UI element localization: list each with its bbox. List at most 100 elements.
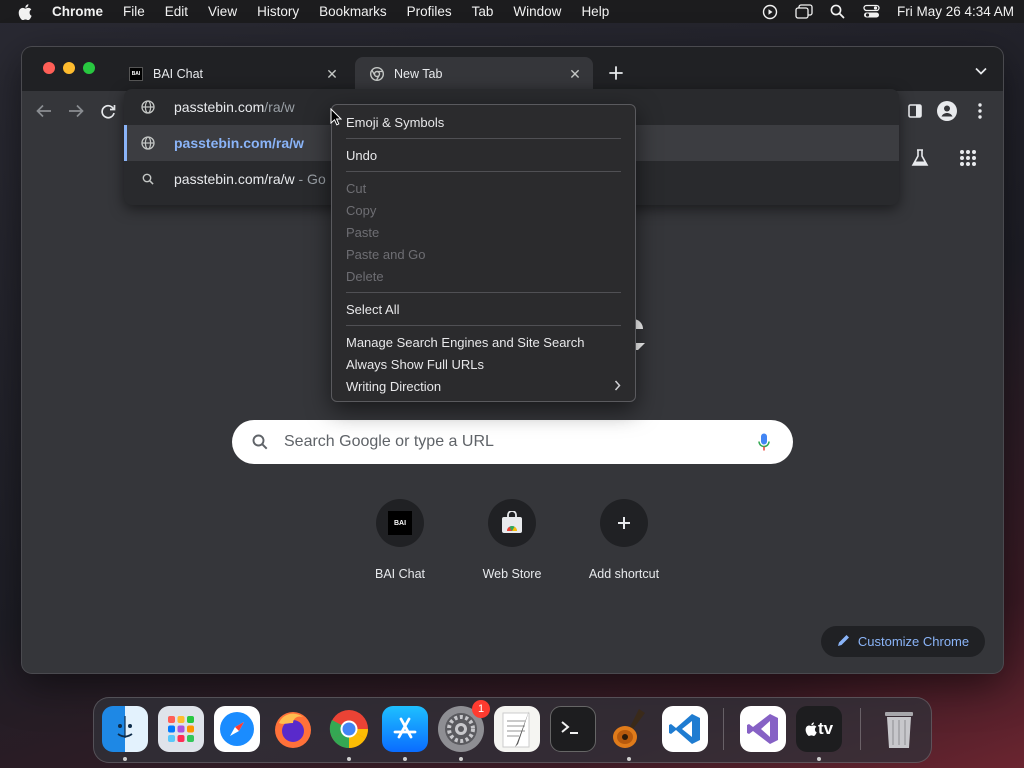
- app-store-icon[interactable]: [382, 706, 428, 752]
- chrome-icon[interactable]: [326, 706, 372, 752]
- screen-record-icon[interactable]: [761, 4, 779, 20]
- shortcut-icon: [600, 499, 648, 547]
- apple-logo-icon[interactable]: [18, 3, 34, 20]
- menu-item-paste[interactable]: Paste: [332, 221, 635, 243]
- menu-separator: [346, 325, 621, 326]
- menu-item-paste-and-go[interactable]: Paste and Go: [332, 243, 635, 265]
- close-tab-icon[interactable]: ✕: [567, 66, 583, 82]
- more-menu-icon[interactable]: [970, 101, 990, 121]
- menu-separator: [346, 138, 621, 139]
- search-icon: [140, 171, 156, 187]
- mouse-cursor-icon: [330, 107, 343, 126]
- menu-separator: [346, 292, 621, 293]
- menu-item-emoji[interactable]: Emoji & Symbols: [332, 111, 635, 133]
- system-settings-icon[interactable]: 1: [438, 700, 490, 752]
- window-stack-icon[interactable]: [795, 4, 813, 20]
- menu-history[interactable]: History: [257, 4, 299, 19]
- globe-icon: [140, 135, 156, 151]
- side-panel-icon[interactable]: [905, 101, 925, 121]
- dock-separator: [860, 708, 861, 750]
- pencil-icon: [837, 634, 850, 650]
- shortcut-label: BAI Chat: [374, 567, 426, 581]
- running-indicator: [403, 757, 407, 761]
- menu-edit[interactable]: Edit: [165, 4, 188, 19]
- launchpad-icon[interactable]: [158, 706, 204, 752]
- close-tab-icon[interactable]: ✕: [324, 66, 340, 82]
- menu-help[interactable]: Help: [581, 4, 609, 19]
- labs-flask-icon[interactable]: [909, 147, 931, 169]
- menu-item-cut[interactable]: Cut: [332, 177, 635, 199]
- window-controls: [43, 62, 95, 74]
- menu-item-show-full-urls[interactable]: Always Show Full URLs: [332, 353, 635, 375]
- menu-bookmarks[interactable]: Bookmarks: [319, 4, 387, 19]
- visual-studio-icon[interactable]: [740, 706, 786, 752]
- shortcut-add[interactable]: Add shortcut: [568, 499, 680, 581]
- suggestion-text: passtebin.com/ra/w - Go: [174, 171, 326, 187]
- customize-chrome-button[interactable]: Customize Chrome: [821, 626, 985, 657]
- menu-item-manage-search[interactable]: Manage Search Engines and Site Search: [332, 331, 635, 353]
- spotlight-search-icon[interactable]: [829, 4, 847, 20]
- menu-item-undo[interactable]: Undo: [332, 144, 635, 166]
- safari-icon[interactable]: [214, 706, 260, 752]
- terminal-icon[interactable]: [550, 706, 596, 752]
- vscode-icon[interactable]: [662, 706, 708, 752]
- textedit-icon[interactable]: [494, 706, 540, 752]
- forward-arrow-icon[interactable]: [66, 101, 86, 121]
- tab-bai-chat[interactable]: BAI BAI Chat ✕: [114, 57, 350, 91]
- menu-item-select-all[interactable]: Select All: [332, 298, 635, 320]
- chevron-down-icon[interactable]: [973, 63, 989, 79]
- close-window-button[interactable]: [43, 62, 55, 74]
- shortcut-bai-chat[interactable]: BAI BAI Chat: [344, 499, 456, 581]
- minimize-window-button[interactable]: [63, 62, 75, 74]
- menu-bar-status-area: Fri May 26 4:34 AM: [761, 4, 1014, 20]
- running-indicator: [123, 757, 127, 761]
- running-indicator: [347, 757, 351, 761]
- running-indicator: [817, 757, 821, 761]
- menu-tab[interactable]: Tab: [472, 4, 494, 19]
- menu-profiles[interactable]: Profiles: [407, 4, 452, 19]
- context-menu: Emoji & Symbols Undo Cut Copy Paste Past…: [331, 104, 636, 402]
- plus-icon: [618, 517, 630, 529]
- chrome-favicon-icon: [369, 66, 385, 82]
- suggestion-text: passtebin.com/ra/w: [174, 135, 304, 151]
- menu-item-delete[interactable]: Delete: [332, 265, 635, 287]
- microphone-icon[interactable]: [755, 432, 773, 452]
- menu-item-writing-direction[interactable]: Writing Direction: [332, 375, 635, 397]
- firefox-icon[interactable]: [270, 706, 316, 752]
- customize-label: Customize Chrome: [857, 634, 970, 649]
- menu-item-copy[interactable]: Copy: [332, 199, 635, 221]
- macos-menu-bar: Chrome File Edit View History Bookmarks …: [0, 0, 1024, 23]
- search-icon: [252, 433, 270, 451]
- back-arrow-icon[interactable]: [34, 101, 54, 121]
- tab-new-tab[interactable]: New Tab ✕: [355, 57, 593, 91]
- menu-app-name[interactable]: Chrome: [52, 4, 103, 19]
- shortcut-icon: BAI: [376, 499, 424, 547]
- shortcut-label: Web Store: [482, 567, 542, 581]
- tab-title: BAI Chat: [153, 67, 204, 81]
- trash-icon[interactable]: [876, 706, 922, 752]
- menu-window[interactable]: Window: [513, 4, 561, 19]
- new-tab-plus-icon[interactable]: [606, 63, 626, 83]
- menu-file[interactable]: File: [123, 4, 145, 19]
- control-center-icon[interactable]: [863, 4, 881, 20]
- shortcut-icon: [488, 499, 536, 547]
- menu-item-label: Writing Direction: [346, 378, 442, 394]
- finder-icon[interactable]: [102, 706, 148, 752]
- notification-badge: 1: [472, 700, 490, 718]
- apple-tv-icon[interactable]: tv: [796, 706, 842, 752]
- chevron-right-icon: [614, 379, 621, 394]
- google-apps-icon[interactable]: [957, 147, 979, 169]
- search-placeholder: Search Google or type a URL: [284, 433, 494, 450]
- reload-icon[interactable]: [98, 101, 118, 121]
- menu-view[interactable]: View: [208, 4, 237, 19]
- garageband-icon[interactable]: [606, 706, 652, 752]
- omnibox-text: passtebin.com/ra/w: [174, 99, 295, 115]
- menu-bar-clock[interactable]: Fri May 26 4:34 AM: [897, 4, 1014, 19]
- web-store-icon: [502, 511, 522, 533]
- menu-separator: [346, 171, 621, 172]
- zoom-window-button[interactable]: [83, 62, 95, 74]
- profile-avatar-icon[interactable]: [937, 101, 957, 121]
- tab-strip: BAI BAI Chat ✕ New Tab ✕: [22, 47, 1003, 91]
- ntp-search-box[interactable]: Search Google or type a URL: [232, 420, 793, 464]
- shortcut-web-store[interactable]: Web Store: [456, 499, 568, 581]
